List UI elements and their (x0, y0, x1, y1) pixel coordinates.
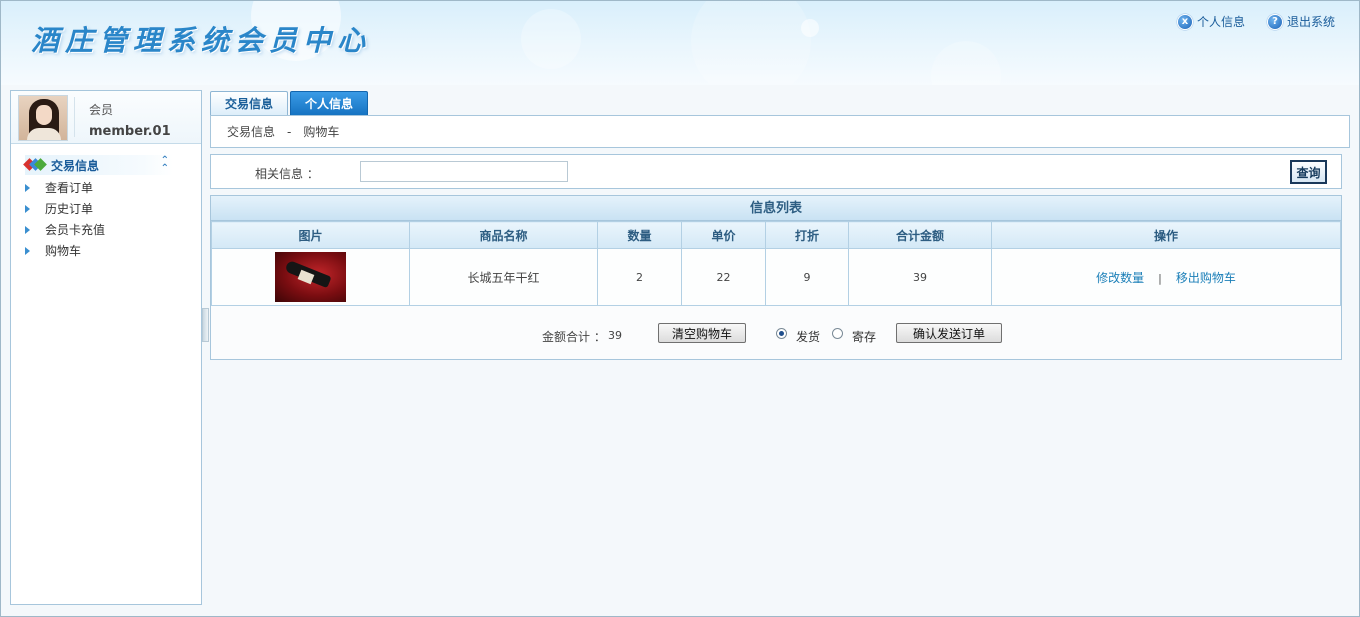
price-cell: 22 (681, 248, 766, 306)
header-banner: 酒庄管理系统会员中心 x 个人信息 ? 退出系统 (1, 1, 1359, 85)
column-header: 打折 (765, 221, 849, 249)
quantity-cell: 2 (597, 248, 682, 306)
column-header: 图片 (211, 221, 410, 249)
logout-link[interactable]: ? 退出系统 (1266, 13, 1335, 30)
list-panel: 信息列表 图片 商品名称 数量 单价 打折 合计金额 操作 长城五年干红 2 2… (210, 195, 1342, 360)
total-label: 金额合计 ： (542, 330, 606, 344)
sidebar-section-header[interactable]: 交易信息 ⌃ ⌃ (23, 155, 173, 175)
logout-label: 退出系统 (1286, 15, 1335, 29)
breadcrumb-parent: 交易信息 (227, 125, 276, 139)
clear-cart-button[interactable]: 清空购物车 (658, 323, 746, 343)
user-name: member.01 (89, 124, 171, 139)
personal-info-label: 个人信息 (1196, 15, 1245, 29)
search-label: 相关信息 ： (255, 167, 319, 181)
action-separator: | (1158, 271, 1162, 285)
ship-radio-label: 发货 (796, 330, 821, 344)
store-radio-label: 寄存 (852, 330, 877, 344)
triangle-right-icon (25, 246, 30, 255)
table-row: 长城五年干红 2 22 9 39 修改数量 | 移出购物车 (211, 248, 1341, 306)
sidebar-item-label: 购物车 (45, 244, 82, 258)
user-box: 会员 member.01 (11, 91, 201, 144)
search-panel: 相关信息 ： 查询 (210, 154, 1342, 189)
confirm-order-button[interactable]: 确认发送订单 (896, 323, 1002, 343)
breadcrumb: 交易信息 - 购物车 (210, 115, 1350, 148)
help-circle-icon: ? (1266, 13, 1283, 30)
discount-cell: 9 (765, 248, 849, 306)
sidebar-item-label: 会员卡充值 (45, 223, 106, 237)
query-button[interactable]: 查询 (1290, 160, 1327, 184)
user-role: 会员 (89, 103, 114, 117)
total-value: 39 (608, 329, 622, 342)
cart-summary: 金额合计 ： 39 清空购物车 发货 寄存 确认发送订单 (211, 322, 1341, 346)
top-links: x 个人信息 ? 退出系统 (1176, 13, 1335, 30)
x-circle-icon: x (1176, 13, 1193, 30)
sidebar-item-cart[interactable]: 购物车 (11, 240, 201, 261)
ship-radio[interactable] (776, 328, 787, 339)
tab-trade-info[interactable]: 交易信息 (210, 91, 289, 115)
trade-section-icon (23, 158, 47, 171)
actions-cell: 修改数量 | 移出购物车 (991, 248, 1341, 306)
tab-bar: 交易信息 个人信息 (210, 91, 369, 115)
list-title: 信息列表 (211, 196, 1341, 221)
column-header: 合计金额 (848, 221, 992, 249)
collapse-icon[interactable]: ⌃ ⌃ (161, 156, 169, 174)
column-header: 操作 (991, 221, 1341, 249)
sidebar-splitter[interactable] (202, 308, 209, 342)
avatar (18, 95, 68, 141)
sidebar-menu: 查看订单 历史订单 会员卡充值 购物车 (11, 177, 201, 261)
product-image-cell (211, 248, 410, 306)
column-header: 单价 (681, 221, 766, 249)
product-name: 长城五年干红 (409, 248, 598, 306)
store-radio[interactable] (832, 328, 843, 339)
sidebar-item-label: 查看订单 (45, 181, 94, 195)
triangle-right-icon (25, 225, 30, 234)
search-input[interactable] (360, 161, 568, 182)
personal-info-link[interactable]: x 个人信息 (1176, 13, 1245, 30)
cart-table: 图片 商品名称 数量 单价 打折 合计金额 操作 长城五年干红 2 22 9 3… (211, 221, 1341, 306)
remove-from-cart-link[interactable]: 移出购物车 (1176, 271, 1236, 285)
sidebar-section-label: 交易信息 (51, 158, 100, 173)
edit-quantity-link[interactable]: 修改数量 (1096, 271, 1144, 285)
sidebar-item-card-recharge[interactable]: 会员卡充值 (11, 219, 201, 240)
column-header: 商品名称 (409, 221, 598, 249)
triangle-right-icon (25, 204, 30, 213)
sidebar-item-history-orders[interactable]: 历史订单 (11, 198, 201, 219)
total-cell: 39 (848, 248, 992, 306)
breadcrumb-current: 购物车 (303, 125, 340, 139)
app-title: 酒庄管理系统会员中心 (31, 24, 372, 57)
tab-personal-info[interactable]: 个人信息 (290, 91, 369, 115)
sidebar: 会员 member.01 交易信息 ⌃ ⌃ 查看订单 历史订单 会员卡充值 购物… (10, 90, 202, 605)
column-header: 数量 (597, 221, 682, 249)
product-image[interactable] (275, 252, 346, 302)
app-window: 酒庄管理系统会员中心 x 个人信息 ? 退出系统 会员 member.01 交易… (0, 0, 1360, 617)
sidebar-item-label: 历史订单 (45, 202, 94, 216)
sidebar-item-view-orders[interactable]: 查看订单 (11, 177, 201, 198)
triangle-right-icon (25, 183, 30, 192)
breadcrumb-separator: - (287, 124, 292, 139)
